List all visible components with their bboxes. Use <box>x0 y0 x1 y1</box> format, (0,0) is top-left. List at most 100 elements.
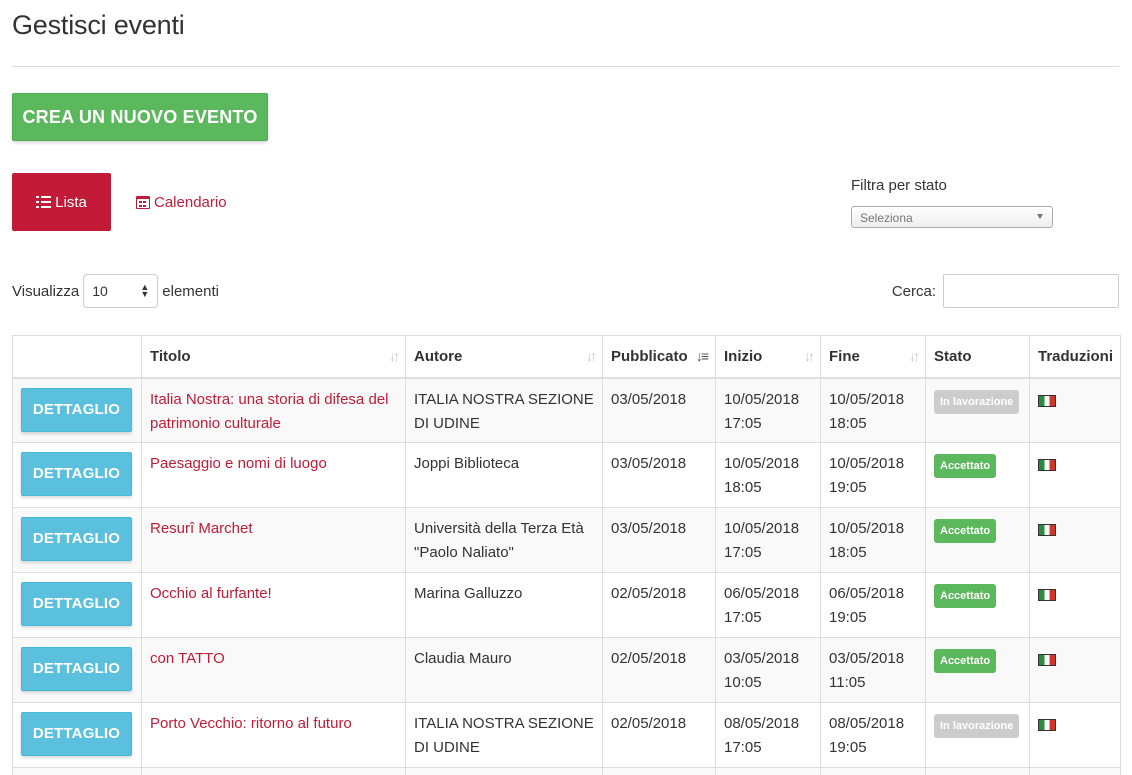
cell-title: Porto Vecchio: ritorno al futuro <box>141 702 406 768</box>
table-row: DETTAGLIO Porto Vecchio: ritorno al futu… <box>12 702 1121 768</box>
cell-translations <box>1029 702 1121 768</box>
header-title-label: Titolo <box>150 347 191 365</box>
cell-status: In lavorazione <box>925 377 1030 443</box>
page-title: Gestisci eventi <box>12 10 185 40</box>
header-title[interactable]: Titolo ↓↑ <box>141 335 406 379</box>
header-end-label: Fine <box>829 347 860 365</box>
status-badge: In lavorazione <box>934 714 1020 738</box>
cell-published: 03/05/2018 <box>602 377 716 443</box>
cell-action: DETTAGLIO <box>12 507 142 573</box>
page-length-select[interactable]: 10 ▲ ▼ <box>83 274 159 308</box>
cell-start: 10/05/2018 17:05 <box>715 377 821 443</box>
events-table: Titolo ↓↑ Autore ↓↑ Pubblicato ↓≡ Inizio ↓↑ … <box>12 335 1121 775</box>
detail-button[interactable]: DETTAGLIO <box>21 387 132 432</box>
detail-button[interactable]: DETTAGLIO <box>21 712 132 756</box>
table-row: DETTAGLIO Occhio al furfante! Marina Gal… <box>12 572 1121 638</box>
cell-start: 06/05/2018 17:05 <box>715 572 821 638</box>
cell-published: 03/05/2018 <box>602 507 716 573</box>
cell-end: 10/05/2018 19:05 <box>820 442 926 508</box>
flag-it-icon[interactable] <box>1038 459 1056 471</box>
cell-start: 03/05/2018 10:05 <box>715 637 821 703</box>
status-badge: Accettato <box>934 454 997 478</box>
event-title-link[interactable]: Resurî Marchet <box>150 520 253 537</box>
cell-author: ITALIA NOSTRA SEZIONE DI UDINE <box>405 702 603 768</box>
sort-desc-icon: ↓≡ <box>695 348 709 364</box>
detail-button[interactable]: DETTAGLIO <box>21 517 132 561</box>
cell-action: DETTAGLIO <box>12 637 142 703</box>
cell-status: Accettato <box>925 507 1030 573</box>
cell-published: 02/05/2018 <box>602 572 716 638</box>
event-title-link[interactable]: Italia Nostra: una storia di difesa del … <box>150 391 388 432</box>
list-icon <box>36 196 52 208</box>
search-control: Cerca: <box>892 274 1119 308</box>
flag-it-icon[interactable] <box>1038 719 1056 731</box>
cell-start: 10/05/2018 17:05 <box>715 507 821 573</box>
event-title-link[interactable]: Porto Vecchio: ritorno al futuro <box>150 715 352 732</box>
cell-title: con TATTO <box>141 637 406 703</box>
status-badge: In lavorazione <box>934 389 1020 414</box>
header-author[interactable]: Autore ↓↑ <box>405 335 603 379</box>
tab-calendar-view[interactable]: Calendario <box>136 173 227 231</box>
cell-empty <box>141 767 406 775</box>
cell-author: Università della Terza Età "Paolo Naliat… <box>405 507 603 573</box>
sort-icon: ↓↑ <box>389 348 400 364</box>
create-event-button[interactable]: CREA UN NUOVO EVENTO <box>12 93 268 141</box>
cell-empty <box>602 767 716 775</box>
cell-translations <box>1029 507 1121 573</box>
cell-status: In lavorazione <box>925 702 1030 768</box>
table-row: DETTAGLIO Italia Nostra: una storia di d… <box>12 377 1121 443</box>
cell-status: Accettato <box>925 637 1030 703</box>
search-input[interactable] <box>943 274 1119 308</box>
cell-end: 08/05/2018 19:05 <box>820 702 926 768</box>
status-badge: Accettato <box>934 584 997 608</box>
cell-empty <box>12 767 142 775</box>
header-author-label: Autore <box>414 347 463 365</box>
event-title-link[interactable]: Occhio al furfante! <box>150 585 272 602</box>
cell-start: 10/05/2018 18:05 <box>715 442 821 508</box>
cell-empty <box>715 767 821 775</box>
event-title-link[interactable]: Paesaggio e nomi di luogo <box>150 455 327 472</box>
cell-translations <box>1029 377 1121 443</box>
flag-it-icon[interactable] <box>1038 654 1056 666</box>
flag-it-icon[interactable] <box>1038 589 1056 601</box>
cell-end: 03/05/2018 11:05 <box>820 637 926 703</box>
page-length-control: Visualizza 10 ▲ ▼ elementi <box>12 274 219 308</box>
event-title-link[interactable]: con TATTO <box>150 650 225 667</box>
flag-it-icon[interactable] <box>1038 394 1056 407</box>
table-row: DETTAGLIO con TATTO Claudia Mauro 02/05/… <box>12 637 1121 703</box>
tab-list-label: Lista <box>55 193 87 211</box>
header-actions <box>12 335 142 379</box>
header-end[interactable]: Fine ↓↑ <box>820 335 926 379</box>
detail-button[interactable]: DETTAGLIO <box>21 582 132 626</box>
status-filter-label: Filtra per stato <box>851 177 947 194</box>
cell-title: Italia Nostra: una storia di difesa del … <box>141 377 406 443</box>
detail-button[interactable]: DETTAGLIO <box>21 452 132 496</box>
page-length-value: 10 <box>92 283 108 299</box>
flag-it-icon[interactable] <box>1038 524 1056 536</box>
table-row: DETTAGLIO Resurî Marchet Università dell… <box>12 507 1121 573</box>
cell-action: DETTAGLIO <box>12 702 142 768</box>
cell-end: 10/05/2018 18:05 <box>820 377 926 443</box>
tab-list-view[interactable]: Lista <box>12 173 111 231</box>
header-published[interactable]: Pubblicato ↓≡ <box>602 335 716 379</box>
status-filter-select[interactable]: Seleziona <box>851 206 1053 228</box>
divider <box>12 66 1119 67</box>
header-start-label: Inizio <box>724 347 763 365</box>
cell-published: 02/05/2018 <box>602 637 716 703</box>
header-start[interactable]: Inizio ↓↑ <box>715 335 821 379</box>
table-header-row: Titolo ↓↑ Autore ↓↑ Pubblicato ↓≡ Inizio ↓↑ … <box>12 335 1121 379</box>
cell-status: Accettato <box>925 442 1030 508</box>
sort-icon: ↓↑ <box>909 348 920 364</box>
cell-start: 08/05/2018 17:05 <box>715 702 821 768</box>
header-published-label: Pubblicato <box>611 347 688 365</box>
detail-button[interactable]: DETTAGLIO <box>21 647 132 691</box>
cell-translations <box>1029 637 1121 703</box>
header-translations: Traduzioni <box>1029 335 1121 379</box>
cell-empty <box>1029 767 1121 775</box>
chevron-down-icon <box>1037 214 1043 219</box>
cell-title: Occhio al furfante! <box>141 572 406 638</box>
table-row <box>12 767 1121 775</box>
table-row: DETTAGLIO Paesaggio e nomi di luogo Jopp… <box>12 442 1121 508</box>
sort-icon: ↓↑ <box>804 348 815 364</box>
cell-author: ITALIA NOSTRA SEZIONE DI UDINE <box>405 377 603 443</box>
